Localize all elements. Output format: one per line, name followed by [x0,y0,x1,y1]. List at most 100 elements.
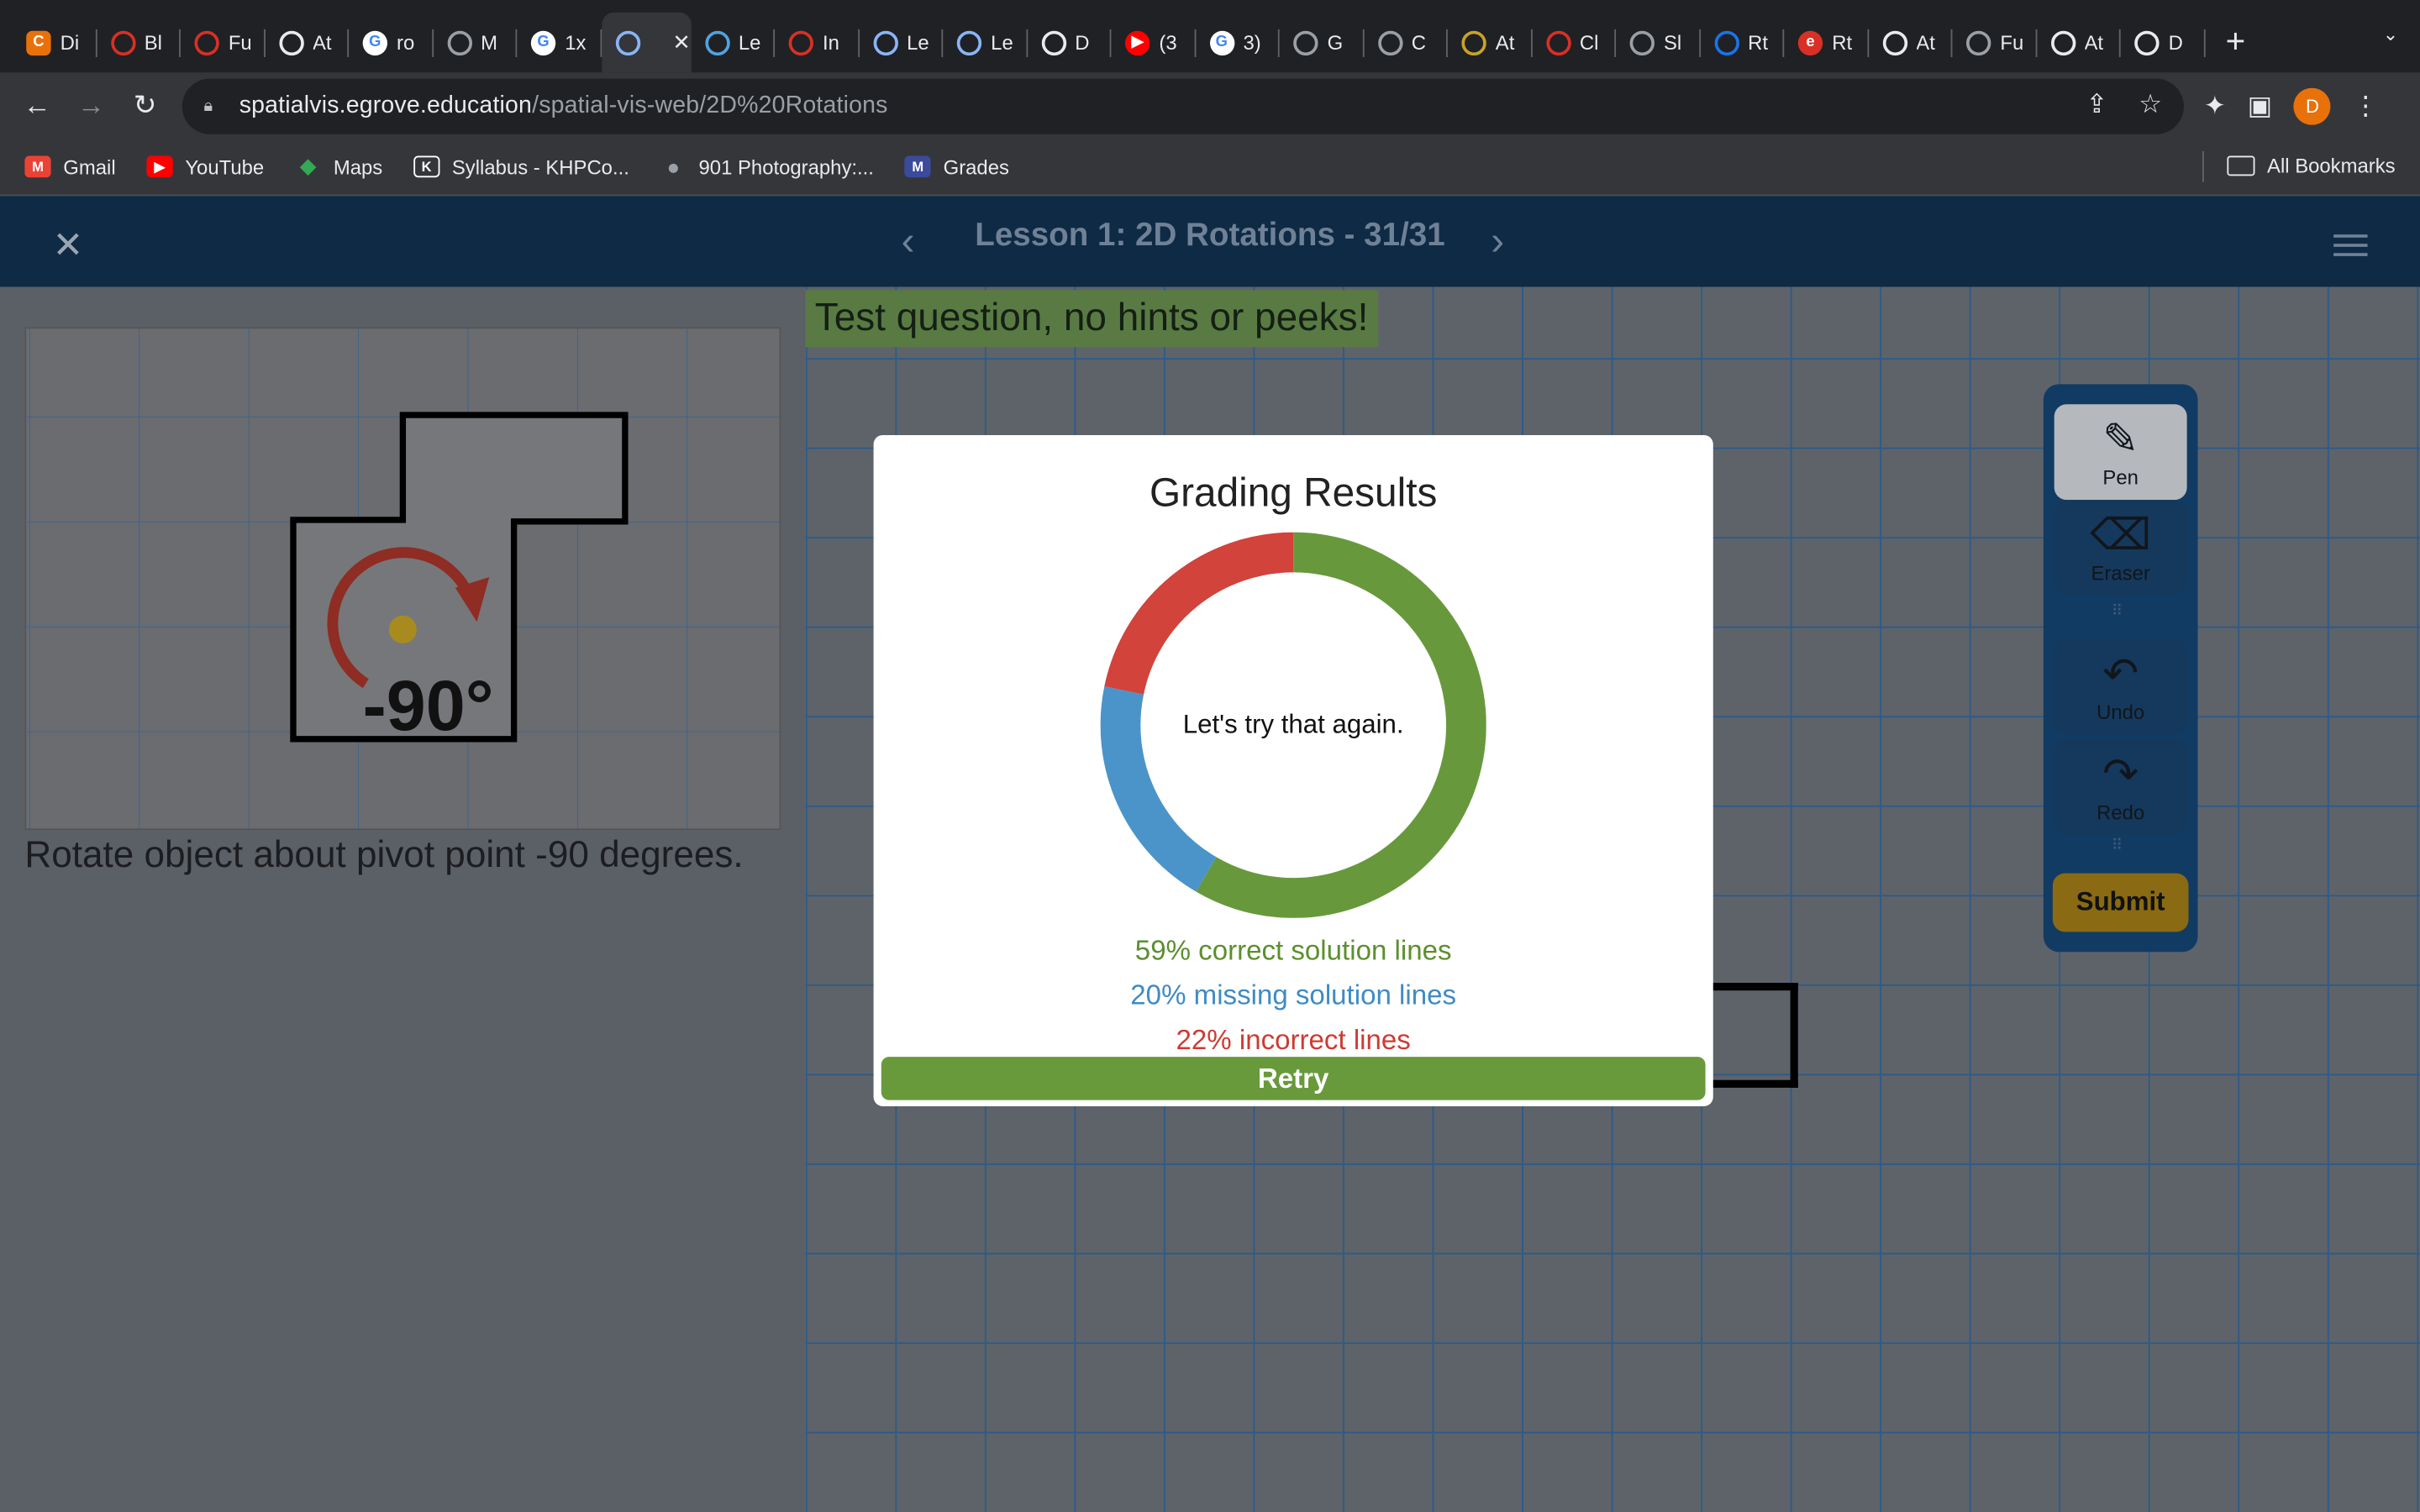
bookmark-item[interactable]: ▶ YouTube [146,155,265,179]
tab[interactable]: Le [943,13,1028,73]
tab[interactable]: G 1x [517,13,602,73]
tab-title: At [1495,30,1515,55]
drag-handle-icon[interactable]: ⠿ [2112,603,2124,620]
chevron-right-icon[interactable]: › [1491,218,1504,265]
bookmark-item[interactable]: ● 901 Photography:... [660,155,874,179]
bookmark-item[interactable]: M Grades [904,155,1009,179]
tab[interactable]: Bl [97,13,181,73]
donut-center-text: Let's try that again. [1182,709,1404,739]
tab[interactable]: At [1868,13,1953,73]
redo-button[interactable]: ↷ Redo [2054,738,2187,835]
profile-avatar[interactable]: D [2293,87,2332,125]
tab-title: M [481,30,498,55]
menu-icon[interactable] [2333,234,2368,262]
share-icon[interactable]: ⇪ [2086,90,2107,121]
new-tab-icon[interactable]: + [2205,13,2266,71]
tab-separator [2202,29,2205,57]
reload-icon[interactable]: ↻ [128,88,161,122]
grading-results-modal: Grading Results Let's try that again. 59… [873,434,1713,1106]
dial-icon [1040,29,1066,55]
bookmark-label: YouTube [185,155,265,179]
bookmark-item[interactable]: K Syllabus - KHPCo... [413,155,629,178]
more-menu-icon[interactable]: ⋮ [2353,91,2379,122]
tab[interactable]: C Di [13,13,97,73]
gear-red-icon [788,29,813,55]
youtube-icon: ▶ [146,155,173,178]
tab-title: (3 [1159,30,1177,55]
google-icon: G [1209,29,1234,55]
close-tab-icon[interactable]: ✕ [672,29,691,55]
tab[interactable]: Fu [1952,13,2037,73]
eraser-tool-button[interactable]: ⌫ Eraser [2054,500,2187,596]
drag-handle-icon[interactable]: ⠿ [2112,837,2124,854]
tab-search-icon[interactable]: ⌄ [2383,24,2398,45]
extensions-icon[interactable]: ✦ [2204,91,2226,122]
bookmark-label: Gmail [63,155,116,179]
tab[interactable]: Le [691,13,776,73]
bookmark-label: Grades [943,155,1009,179]
address-bar[interactable]: 🔒︎ spatialvis.egrove.education/spatial-v… [182,78,2184,134]
retry-button[interactable]: Retry [881,1057,1706,1100]
tab[interactable]: Le [859,13,944,73]
tab[interactable]: Fu [181,13,266,73]
e-red-icon: e [1797,29,1823,55]
compass-icon [1461,29,1486,55]
tab[interactable]: M [433,13,518,73]
all-bookmarks-button[interactable]: All Bookmarks [2227,154,2396,178]
bookmark-star-icon[interactable]: ☆ [2139,90,2162,121]
tab-title: Sl [1664,30,1682,55]
gmail-icon: M [24,155,51,178]
tab-title: Le [738,30,761,55]
all-bookmarks-label: All Bookmarks [2267,154,2396,178]
circle-g-icon [446,29,472,55]
tab[interactable]: At [2037,13,2121,73]
tab[interactable]: e Rt [1784,13,1869,73]
pen-tool-button[interactable]: ✎ Pen [2054,404,2187,501]
tab[interactable]: Rt [1700,13,1785,73]
bookmark-item[interactable]: M Gmail [24,155,116,179]
tab[interactable]: C [1364,13,1448,73]
eraser-icon: ⌫ [2090,510,2152,559]
tab[interactable]: D [1027,13,1112,73]
undo-label: Undo [2096,700,2145,724]
bookmark-item[interactable]: ◆ Maps [295,154,382,178]
prompt-figure: -90° [24,327,781,831]
undo-button[interactable]: ↶ Undo [2054,638,2187,735]
maps-icon: ◆ [300,154,316,178]
spinner-icon [1966,29,1991,55]
bookmarks-divider [2202,151,2204,182]
tab[interactable]: Cl [1532,13,1617,73]
back-icon[interactable]: ← [20,88,54,122]
tab-title: At [312,30,332,55]
url-path: /spatial-vis-web/2D%20Rotations [532,92,888,119]
app-area: ✕ ‹ Lesson 1: 2D Rotations - 31/31 › -90… [0,196,2420,1512]
tab-title: 1x [565,30,587,55]
modal-title: Grading Results [1149,469,1438,516]
tab-active[interactable]: ✕ [601,12,691,73]
redo-icon: ↷ [2102,749,2139,798]
k-icon: K [413,155,440,178]
tab[interactable]: Gro [349,13,434,73]
tab[interactable]: G [1280,13,1364,73]
incorrect-lines-stat: 22% incorrect lines [1176,1024,1411,1056]
tab[interactable]: Sl [1616,13,1701,73]
tab[interactable]: G 3) [1196,13,1280,73]
tab[interactable]: In [775,13,860,73]
redo-label: Redo [2096,801,2145,824]
gear-red-icon [110,29,135,55]
tab[interactable]: At [1448,13,1532,73]
tab[interactable]: At [265,13,350,73]
prompt-text: Rotate object about pivot point -90 degr… [24,834,744,877]
tab[interactable]: ▶ (3 [1111,13,1196,73]
submit-button[interactable]: Submit [2052,873,2189,932]
forward-icon[interactable]: → [74,88,108,122]
gear-red-icon [194,29,219,55]
bookmarks-bar: M Gmail ▶ YouTube ◆ Maps K Syllabus - KHPCo... ●… [0,139,2420,197]
test-banner: Test question, no hints or peeks! [805,290,1378,348]
app-icon [704,29,729,55]
side-panel-icon[interactable]: ▣ [2248,91,2273,122]
tab-title: G [1327,30,1344,55]
tab[interactable]: D [2121,13,2205,73]
tab-title: Le [991,30,1013,55]
tab-title: Rt [1748,30,1768,55]
